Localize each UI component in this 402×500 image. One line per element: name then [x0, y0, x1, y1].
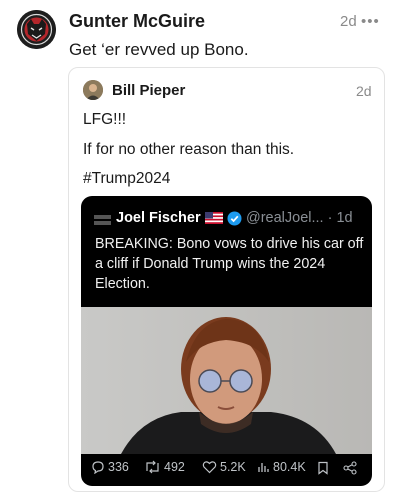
like-stat: 5.2K — [202, 460, 246, 474]
man-with-sunglasses-photo — [81, 307, 372, 454]
author-name[interactable]: Gunter McGuire — [69, 11, 205, 32]
post-text: Get ‘er revved up Bono. — [69, 40, 249, 59]
reply-count: 336 — [108, 460, 129, 474]
avatar[interactable] — [17, 10, 56, 49]
us-flag-icon — [205, 212, 223, 224]
post-timestamp: 2d — [340, 13, 357, 30]
tweet-photo — [81, 307, 372, 454]
quoted-text-line: If for no other reason than this. — [83, 141, 295, 158]
views-stat: 80.4K — [257, 460, 306, 474]
tweet-actions-bar: 336 492 5.2K 80.4K — [81, 458, 372, 480]
more-options-icon[interactable]: ••• — [361, 13, 380, 30]
share-icon — [343, 461, 357, 475]
tweet-text: BREAKING: Bono vows to drive his car off… — [95, 236, 364, 292]
wolf-logo-icon — [17, 10, 56, 49]
repost-count: 492 — [164, 460, 185, 474]
reply-icon — [92, 461, 104, 474]
heart-icon — [202, 461, 217, 474]
hashtag-link[interactable]: #Trump2024 — [83, 170, 170, 188]
news-logo-icon — [94, 215, 111, 225]
views-chart-icon — [258, 463, 269, 472]
tweet-handle: @realJoel... · 1d — [246, 210, 353, 226]
quoted-timestamp: 2d — [356, 83, 372, 99]
person-photo-icon — [83, 80, 103, 100]
quoted-text-line: LFG!!! — [83, 111, 127, 128]
quoted-author-name[interactable]: Bill Pieper — [112, 82, 185, 99]
repost-stat: 492 — [144, 460, 185, 474]
tweet-author-name: Joel Fischer — [116, 210, 201, 226]
like-count: 5.2K — [220, 460, 246, 474]
reply-stat: 336 — [91, 460, 129, 474]
verified-badge-icon — [227, 211, 242, 226]
bookmark-icon — [318, 461, 328, 475]
repost-icon — [146, 460, 159, 474]
thread-post: Gunter McGuire 2d ••• Get ‘er revved up … — [0, 0, 402, 500]
quoted-avatar[interactable] — [83, 80, 103, 100]
view-count: 80.4K — [273, 460, 306, 474]
quoted-post[interactable]: Bill Pieper 2d LFG!!! If for no other re… — [68, 67, 385, 492]
embedded-tweet-screenshot[interactable]: Joel Fischer @realJoel... · 1d BREAKING:… — [81, 196, 372, 486]
